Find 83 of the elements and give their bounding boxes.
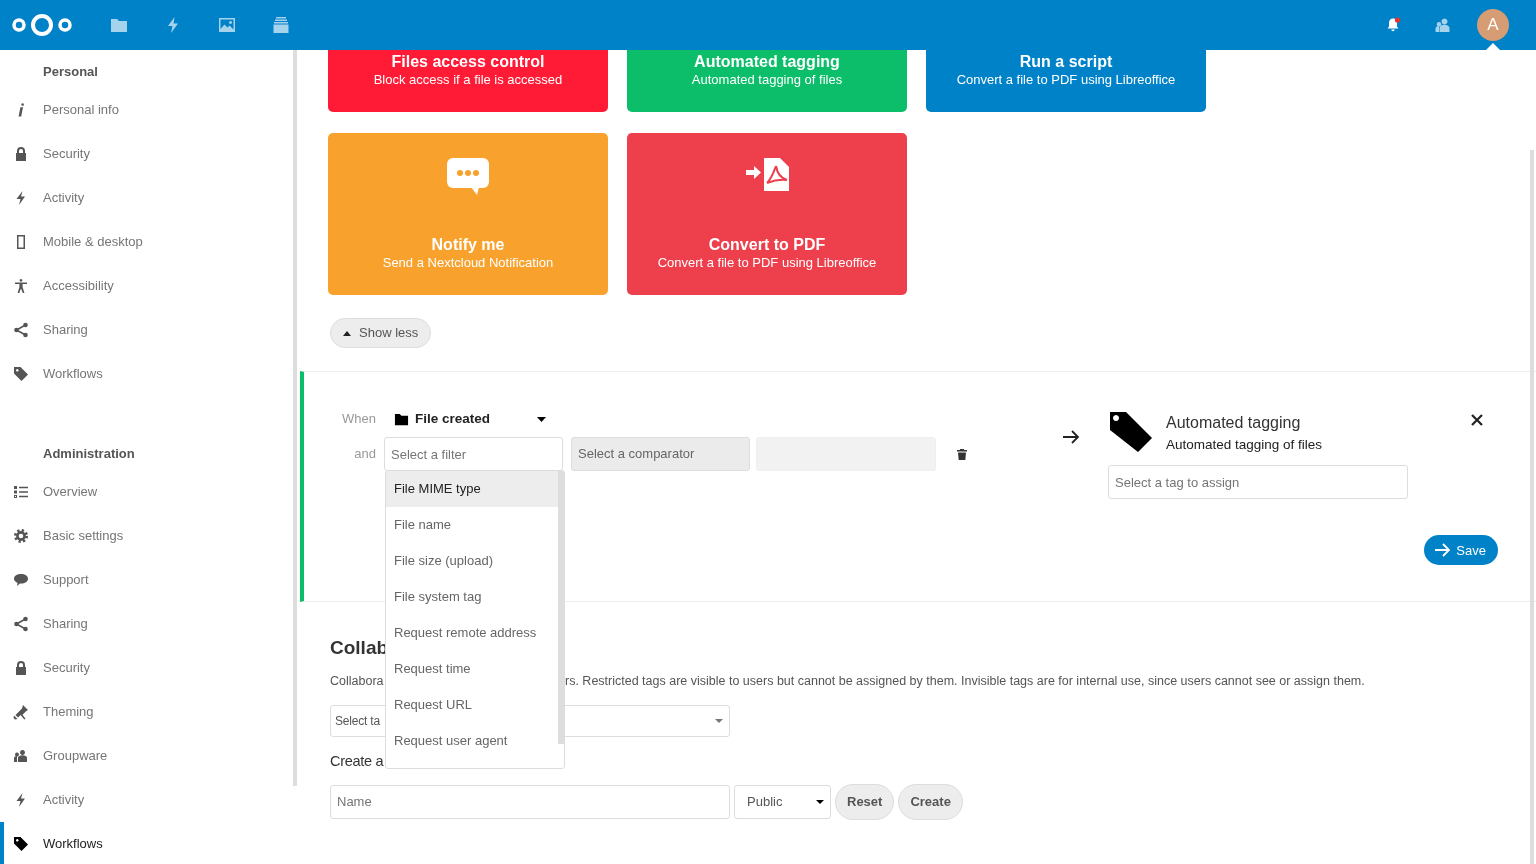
sidebar-item[interactable]: Security xyxy=(0,646,300,690)
caret-down-icon xyxy=(816,799,824,804)
section-heading: Personal xyxy=(42,63,99,82)
card-title: Files access control xyxy=(391,52,545,71)
lock-icon xyxy=(13,660,29,676)
arrow-right-icon xyxy=(1062,428,1080,446)
folder-icon[interactable] xyxy=(110,16,128,34)
sidebar-item[interactable]: Workflows xyxy=(0,822,300,864)
when-label: When xyxy=(342,410,376,429)
sidebar-item[interactable]: Personal info xyxy=(0,88,300,132)
arrow-right-icon xyxy=(1434,542,1451,559)
sidebar-item[interactable]: Mobile & desktop xyxy=(0,220,300,264)
workflow-card[interactable]: Run a script Convert a file to PDF using Libreoffice xyxy=(926,50,1206,112)
trash-icon[interactable] xyxy=(956,447,968,461)
caret-up-icon xyxy=(343,330,351,336)
workflow-card[interactable]: Automated tagging Automated tagging of files xyxy=(627,50,907,112)
sidebar-item[interactable]: Workflows xyxy=(0,352,300,396)
card-title: Automated tagging xyxy=(694,52,840,71)
card-description: Automated tagging of files xyxy=(691,72,843,88)
lock-icon xyxy=(13,146,29,162)
person-icon xyxy=(13,278,29,294)
tag-icon xyxy=(13,366,29,382)
sidebar-item[interactable]: Accessibility xyxy=(0,264,300,308)
sidebar-item[interactable]: Activity xyxy=(0,778,300,822)
caret-down-icon xyxy=(715,718,723,723)
show-less-button[interactable]: Show less xyxy=(330,318,432,348)
sidebar-item[interactable]: Theming xyxy=(0,690,300,734)
share-icon xyxy=(13,322,29,338)
sidebar-item[interactable]: Activity xyxy=(0,176,300,220)
create-button[interactable]: Create xyxy=(898,783,963,820)
dropdown-option[interactable]: File system tag xyxy=(386,579,559,615)
dropdown-option[interactable]: File size (upload) xyxy=(386,543,559,579)
card-description: Send a Nextcloud Notification xyxy=(382,255,554,271)
caret-down-icon xyxy=(537,416,546,422)
notification-bell-icon[interactable] xyxy=(1385,17,1401,33)
sidebar-item[interactable]: Support xyxy=(0,558,300,602)
operation-description: Automated tagging of files xyxy=(1166,436,1323,454)
list-icon xyxy=(13,484,29,500)
logo[interactable] xyxy=(11,12,73,38)
sidebar-item[interactable]: Sharing xyxy=(0,308,300,352)
card-title: Convert to PDF xyxy=(708,235,826,254)
workflow-card[interactable]: Files access control Block access if a file is accessed xyxy=(328,50,608,112)
dropdown-option[interactable]: File name xyxy=(386,507,559,543)
dropdown-option[interactable]: Request time xyxy=(386,651,559,687)
chat-icon xyxy=(13,572,29,588)
card-description: Convert a file to PDF using Libreoffice xyxy=(956,72,1176,88)
tag-icon xyxy=(13,836,29,852)
workflow-card[interactable]: Convert to PDF Convert a file to PDF using Libreoffice xyxy=(627,133,907,295)
sidebar-item[interactable]: Sharing xyxy=(0,602,300,646)
card-description: Block access if a file is accessed xyxy=(373,72,563,88)
menu-pointer-icon xyxy=(1486,43,1500,50)
image-icon[interactable] xyxy=(218,16,236,34)
folder-icon xyxy=(394,411,409,427)
visibility-select[interactable]: Public xyxy=(734,784,831,819)
and-label: and xyxy=(353,445,376,464)
reset-button[interactable]: Reset xyxy=(835,783,895,820)
sidebar-item[interactable]: Groupware xyxy=(0,734,300,778)
dropdown-option[interactable]: Request remote address xyxy=(386,615,559,651)
people-icon xyxy=(13,748,29,764)
contacts-icon[interactable] xyxy=(1435,17,1451,33)
sidebar-item[interactable]: Security xyxy=(0,132,300,176)
save-button[interactable]: Save xyxy=(1424,535,1498,566)
card-title: Run a script xyxy=(1019,52,1113,71)
event-select[interactable]: File created xyxy=(386,407,546,431)
gear-icon xyxy=(13,528,29,544)
card-description: Convert a file to PDF using Libreoffice xyxy=(657,255,877,271)
description-text: rs. Restricted tags are visible to users but cannot be assigned by them. Invisible tags are for internal use, since users cannot see or assign them. xyxy=(565,673,1365,690)
filter-field[interactable]: Select a filter xyxy=(384,437,563,471)
section-subheading: Create a xyxy=(330,751,385,771)
tag-field[interactable]: Select a tag to assign xyxy=(1108,465,1408,500)
description-text: Collabora xyxy=(330,673,385,690)
sidebar-item[interactable]: Basic settings xyxy=(0,514,300,558)
dropdown-option[interactable]: File MIME type xyxy=(386,471,559,507)
name-field[interactable]: Name xyxy=(330,784,730,819)
close-icon[interactable] xyxy=(1471,414,1483,426)
card-title: Notify me xyxy=(431,235,505,254)
section-heading: Administration xyxy=(42,445,136,464)
share-icon xyxy=(13,616,29,632)
operation-title: Automated tagging xyxy=(1166,413,1302,433)
brush-icon xyxy=(13,704,29,720)
sidebar-item[interactable]: Overview xyxy=(0,470,300,514)
tag-icon xyxy=(1108,410,1154,454)
stack-icon[interactable] xyxy=(272,16,290,34)
